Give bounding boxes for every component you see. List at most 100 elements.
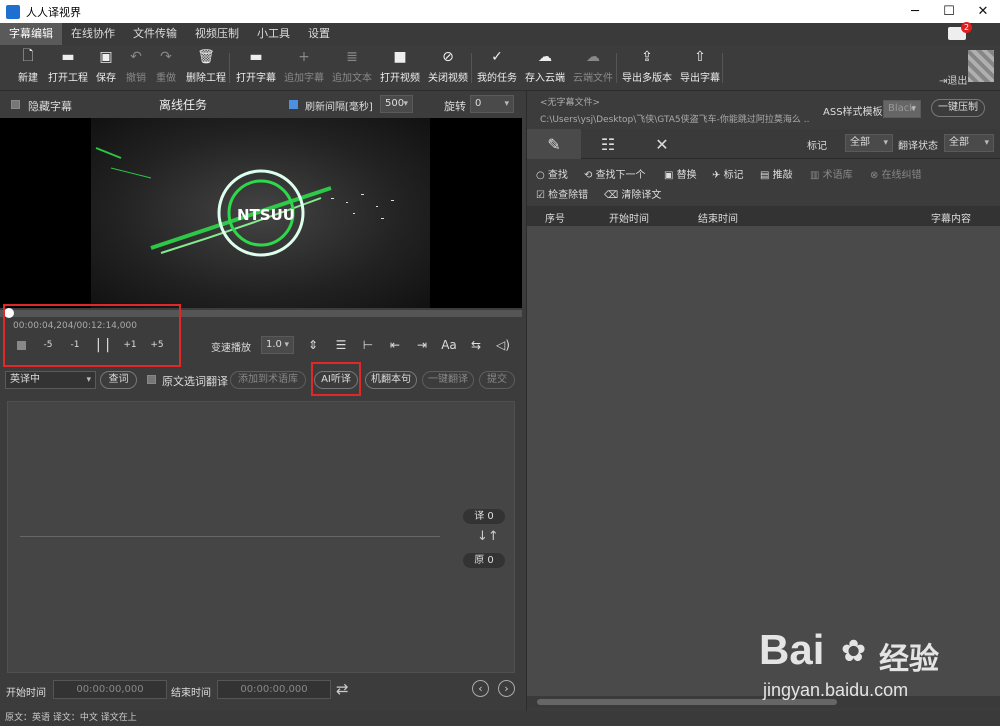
check-errors-button[interactable]: ☑ 检查除错 xyxy=(536,186,588,201)
correct-icon: ⊗ xyxy=(870,170,882,181)
cloud-files-button[interactable]: ☁ 云端文件 xyxy=(573,49,613,87)
window-title: 人人译视界 xyxy=(26,5,81,19)
minimize-button[interactable]: ─ xyxy=(898,0,932,23)
append-subtitle-button[interactable]: + 追加字幕 xyxy=(284,49,324,87)
menu-settings[interactable]: 设置 xyxy=(299,23,339,45)
find-button[interactable]: ○ 查找 xyxy=(536,166,568,181)
avatar[interactable] xyxy=(968,50,994,82)
rotate-select[interactable]: 0 xyxy=(470,95,514,113)
next-button[interactable]: › xyxy=(498,680,515,697)
checkbox-icon: ☑ xyxy=(536,190,549,201)
clipboard-icon: ✓ xyxy=(491,49,503,65)
tab-edit[interactable]: ✎ xyxy=(527,129,581,159)
column-content[interactable]: 字幕内容 xyxy=(931,210,971,225)
search-icon: ○ xyxy=(536,170,548,181)
align-center-button[interactable]: ⇕ xyxy=(302,335,324,355)
text-doc-icon: ≣ xyxy=(346,49,358,65)
machine-translate-sentence-button[interactable]: 机翻本句 xyxy=(365,371,417,389)
close-button[interactable]: ✕ xyxy=(966,0,1000,23)
toolbar-divider xyxy=(229,53,230,83)
speed-label: 变速播放 xyxy=(211,343,251,354)
end-time-input[interactable]: 00:00:00,000 xyxy=(217,680,331,699)
my-tasks-button[interactable]: ✓ 我的任务 xyxy=(477,49,517,87)
speed-select[interactable]: 1.0 xyxy=(261,336,294,354)
video-options-row: 隐藏字幕 离线任务 刷新间隔[毫秒] 500 旋转 0 xyxy=(0,91,522,117)
swap-button[interactable]: ⇆ xyxy=(465,335,487,355)
refresh-interval-input[interactable]: 500 xyxy=(380,95,413,113)
tab-tools[interactable]: ✕ xyxy=(635,129,689,159)
source-select-checkbox[interactable] xyxy=(147,375,156,384)
volume-button[interactable]: ◁) xyxy=(492,335,514,355)
layers-export-icon: ⇪ xyxy=(641,49,653,65)
translation-count-badge: 译 0 xyxy=(463,509,505,524)
align-vertical-icon: ☰ xyxy=(335,338,347,352)
submit-button[interactable]: 提交 xyxy=(479,371,515,389)
translation-toolbar: 英译中 查词 原文选词翻译 添加到术语库 AI听译 机翻本句 一键翻译 提交 xyxy=(0,368,522,392)
column-index[interactable]: 序号 xyxy=(545,210,565,225)
save-button[interactable]: ▣ 保存 xyxy=(96,49,116,87)
align-vertical-button[interactable]: ☰ xyxy=(330,335,352,355)
export-multi-version-button[interactable]: ⇪ 导出多版本 xyxy=(622,49,672,87)
close-video-button[interactable]: ⊘ 关闭视频 xyxy=(428,49,468,87)
clear-translation-button[interactable]: ⌫ 清除译文 xyxy=(604,186,661,201)
translation-status-select[interactable]: 全部 xyxy=(944,134,994,152)
folder-icon: ▬ xyxy=(61,49,75,65)
menu-tools[interactable]: 小工具 xyxy=(248,23,299,45)
video-off-icon: ⊘ xyxy=(442,49,454,65)
swap-order-icon[interactable]: ↓↑ xyxy=(477,529,499,544)
baidu-watermark: Bai ✿ 经验 jingyan.baidu.com xyxy=(753,616,988,708)
font-size-button[interactable]: Aa xyxy=(438,335,460,355)
mark-filter-select[interactable]: 全部 xyxy=(845,134,893,152)
open-subtitle-button[interactable]: ▬ 打开字幕 xyxy=(236,49,276,87)
online-correct-button[interactable]: ⊗ 在线纠错 xyxy=(870,166,922,181)
delete-project-button[interactable]: 🗑 删除工程 xyxy=(186,49,226,87)
toolbar-divider xyxy=(616,53,617,83)
logout-link[interactable]: ⇥退出 xyxy=(939,72,967,87)
menu-video-burn[interactable]: 视频压制 xyxy=(186,23,248,45)
jump-start-button[interactable]: ⇤ xyxy=(384,335,406,355)
message-icon[interactable]: 2 xyxy=(948,22,972,40)
column-start-time[interactable]: 开始时间 xyxy=(609,210,649,225)
video-player[interactable]: NTSUU xyxy=(0,118,522,308)
column-end-time[interactable]: 结束时间 xyxy=(698,210,738,225)
language-select[interactable]: 英译中 xyxy=(5,371,96,389)
rotate-label: 旋转 xyxy=(444,100,466,113)
one-click-burn-button[interactable]: 一键压制 xyxy=(931,99,985,117)
refine-button[interactable]: ▤ 推敲 xyxy=(760,166,793,181)
ass-template-select[interactable]: Black xyxy=(883,100,921,118)
watermark-url: jingyan.baidu.com xyxy=(763,680,909,700)
mark-button[interactable]: ✈ 标记 xyxy=(712,166,744,181)
toolbar-divider xyxy=(471,53,472,83)
replace-button[interactable]: ▣ 替换 xyxy=(664,166,697,181)
open-video-button[interactable]: ■ 打开视频 xyxy=(380,49,420,87)
tab-list[interactable]: ☷ xyxy=(581,129,635,159)
lookup-button[interactable]: 查词 xyxy=(100,371,137,389)
undo-button[interactable]: ↶ 撤销 xyxy=(126,49,146,87)
one-click-translate-button[interactable]: 一键翻译 xyxy=(422,371,474,389)
jump-end-icon: ⇥ xyxy=(416,338,428,352)
align-left-icon: ⊢ xyxy=(362,338,374,352)
swap-time-icon[interactable]: ⇄ xyxy=(336,680,349,698)
new-button[interactable]: 🗋 新建 xyxy=(18,48,38,87)
align-left-button[interactable]: ⊢ xyxy=(357,335,379,355)
find-next-button[interactable]: ⟲ 查找下一个 xyxy=(584,166,646,181)
menu-online-collab[interactable]: 在线协作 xyxy=(62,23,124,45)
start-time-input[interactable]: 00:00:00,000 xyxy=(53,680,167,699)
subtitle-edit-area[interactable]: 译 0 ↓↑ 原 0 xyxy=(7,401,515,673)
no-subtitle-file-label: <无字幕文件> xyxy=(540,98,601,108)
redo-button[interactable]: ↷ 重做 xyxy=(156,49,176,87)
append-text-button[interactable]: ≣ 追加文本 xyxy=(332,49,372,87)
glossary-button[interactable]: ▥ 术语库 xyxy=(810,166,853,181)
mark-filter-label: 标记 xyxy=(807,141,827,152)
menu-subtitle-edit[interactable]: 字幕编辑 xyxy=(0,23,62,45)
hide-subtitles-checkbox[interactable] xyxy=(11,100,20,109)
maximize-button[interactable]: ☐ xyxy=(932,0,966,23)
menu-file-transfer[interactable]: 文件传输 xyxy=(124,23,186,45)
save-to-cloud-button[interactable]: ☁ 存入云端 xyxy=(525,49,565,87)
open-project-button[interactable]: ▬ 打开工程 xyxy=(48,49,88,87)
prev-button[interactable]: ‹ xyxy=(472,680,489,697)
jump-end-button[interactable]: ⇥ xyxy=(411,335,433,355)
export-subtitle-button[interactable]: ⇧ 导出字幕 xyxy=(680,49,720,87)
refresh-interval-checkbox[interactable] xyxy=(289,100,298,109)
add-to-glossary-button[interactable]: 添加到术语库 xyxy=(230,371,306,389)
